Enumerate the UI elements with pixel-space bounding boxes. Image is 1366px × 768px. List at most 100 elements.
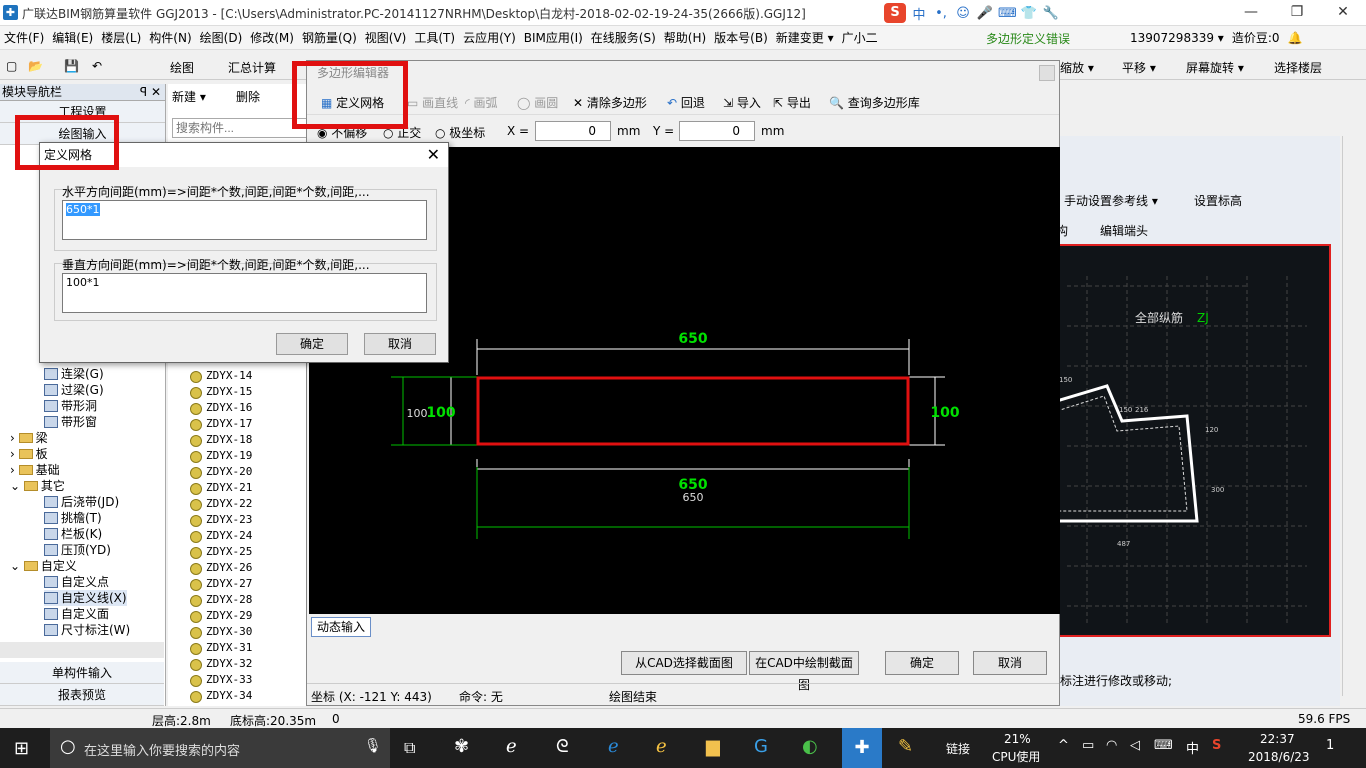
edge-icon[interactable]: ℯ: [608, 736, 619, 757]
ime-keyboard-icon[interactable]: ⌨: [998, 6, 1017, 21]
volume-icon[interactable]: ◁: [1130, 738, 1140, 753]
restore-button[interactable]: ❐: [1274, 0, 1320, 26]
glodon-g-icon[interactable]: G: [754, 736, 768, 757]
editor-cancel-button[interactable]: 取消: [973, 651, 1047, 675]
undo-button[interactable]: ↶ 回退: [667, 94, 705, 111]
draw-button[interactable]: 绘图: [170, 59, 194, 76]
component-list-item[interactable]: ZDYX-23: [189, 512, 252, 528]
microphone-icon[interactable]: 🎙: [364, 738, 382, 754]
component-list-item[interactable]: ZDYX-14: [189, 368, 252, 384]
dialog-close-icon[interactable]: ✕: [427, 145, 440, 164]
component-list-item[interactable]: ZDYX-24: [189, 528, 252, 544]
section-preview-canvas[interactable]: 全部纵筋 ZJ 150 150 216 120 300 487: [1055, 244, 1331, 637]
tree-item-strip-window[interactable]: 带形窗: [44, 414, 97, 430]
component-list-item[interactable]: ZDYX-19: [189, 448, 252, 464]
tree-item-eave[interactable]: 挑檐(T): [44, 510, 102, 526]
sogou-icon[interactable]: S: [884, 3, 906, 23]
browser-icon[interactable]: ℯ: [656, 736, 667, 757]
zoom-button[interactable]: 缩放 ▾: [1060, 59, 1094, 76]
component-list-item[interactable]: ZDYX-34: [189, 688, 252, 704]
battery-icon[interactable]: ▭: [1082, 738, 1094, 753]
tree-item-custom-point[interactable]: 自定义点: [44, 574, 109, 590]
component-list-item[interactable]: ZDYX-31: [189, 640, 252, 656]
menu-assistant[interactable]: 广小二: [838, 29, 882, 46]
close-button[interactable]: ✕: [1320, 0, 1366, 26]
ime-toolbar[interactable]: S 中 •, ☺ 🎤 ⌨ 👕 🔧: [884, 3, 1060, 23]
select-floor-button[interactable]: 选择楼层: [1274, 59, 1322, 76]
tree-item-custom-face[interactable]: 自定义面: [44, 606, 109, 622]
component-list-item[interactable]: ZDYX-27: [189, 576, 252, 592]
menu-view[interactable]: 视图(V): [361, 29, 411, 46]
tree-item-strip-hole[interactable]: 带形洞: [44, 398, 97, 414]
component-list-item[interactable]: ZDYX-22: [189, 496, 252, 512]
ime-voice-icon[interactable]: 🎤: [976, 6, 994, 21]
report-preview-button[interactable]: 报表预览: [0, 684, 164, 706]
manual-reference-line-button[interactable]: 手动设置参考线 ▾: [1064, 192, 1158, 209]
ime-skin-icon[interactable]: 👕: [1020, 6, 1038, 21]
component-list-item[interactable]: ZDYX-21: [189, 480, 252, 496]
draw-arc-button[interactable]: ◜ 画弧: [465, 94, 497, 111]
ime-emoji-icon[interactable]: ☺: [954, 6, 972, 21]
editor-close-button[interactable]: [1039, 65, 1055, 81]
pan-button[interactable]: 平移 ▾: [1122, 59, 1156, 76]
tree-folder-other[interactable]: ⌄ 其它: [10, 478, 65, 494]
main-vertical-scrollbar[interactable]: [1342, 136, 1356, 696]
component-list-item[interactable]: ZDYX-33: [189, 672, 252, 688]
dynamic-input-tab[interactable]: 动态输入: [311, 617, 371, 637]
nav-scrollbar[interactable]: [0, 642, 164, 658]
new-file-icon[interactable]: ▢: [6, 59, 17, 73]
component-list-item[interactable]: ZDYX-26: [189, 560, 252, 576]
polygon-shape[interactable]: [476, 376, 910, 446]
set-elevation-button[interactable]: 设置标高: [1194, 192, 1242, 209]
bell-icon[interactable]: 🔔: [1288, 31, 1303, 45]
ime-punct-icon[interactable]: •,: [932, 6, 950, 21]
app-swirl-icon[interactable]: ᘓ: [556, 736, 569, 757]
link-label[interactable]: 链接: [946, 740, 970, 757]
query-polygon-library-button[interactable]: 🔍 查询多边形库: [829, 94, 920, 111]
menu-file[interactable]: 文件(F): [0, 29, 48, 46]
menu-version[interactable]: 版本号(B): [710, 29, 772, 46]
keyboard-icon[interactable]: ⌨: [1154, 738, 1173, 753]
single-component-button[interactable]: 单构件输入: [0, 662, 164, 684]
delete-component-button[interactable]: 删除: [236, 88, 260, 105]
component-list-item[interactable]: ZDYX-32: [189, 656, 252, 672]
component-list-item[interactable]: ZDYX-15: [189, 384, 252, 400]
input-lang[interactable]: 中: [1186, 738, 1199, 757]
vertical-spacing-field[interactable]: 100*1: [62, 273, 427, 313]
clear-polygon-button[interactable]: ✕ 清除多边形: [573, 94, 647, 111]
sogou-tray-icon[interactable]: S: [1212, 738, 1221, 753]
horizontal-spacing-field[interactable]: 650*1: [62, 200, 427, 240]
ime-tools-icon[interactable]: 🔧: [1042, 6, 1060, 21]
active-app-icon[interactable]: ✚: [842, 728, 882, 768]
start-windows-icon[interactable]: ⊞: [14, 738, 29, 759]
y-input[interactable]: 0: [679, 121, 755, 141]
nav-pin-close-icon[interactable]: ꟼ ✕: [140, 84, 165, 100]
open-folder-icon[interactable]: 📂: [28, 59, 43, 73]
import-button[interactable]: ⇲ 导入: [723, 94, 761, 111]
file-explorer-icon[interactable]: ▆: [706, 736, 720, 757]
taskbar-search-box[interactable]: ○ 在这里输入你要搜索的内容 🎙: [50, 728, 390, 768]
tree-item-coupling-beam[interactable]: 连梁(G): [44, 366, 104, 382]
x-input[interactable]: 0: [535, 121, 611, 141]
sum-calc-button[interactable]: 汇总计算: [228, 59, 276, 76]
component-list-item[interactable]: ZDYX-25: [189, 544, 252, 560]
menu-new-change[interactable]: 新建变更 ▾: [772, 29, 838, 46]
menu-help[interactable]: 帮助(H): [660, 29, 710, 46]
component-list-item[interactable]: ZDYX-20: [189, 464, 252, 480]
select-from-cad-button[interactable]: 从CAD选择截面图: [621, 651, 747, 675]
ime-lang-icon[interactable]: 中: [910, 4, 928, 23]
menu-component[interactable]: 构件(N): [145, 29, 195, 46]
edit-end-button[interactable]: 编辑端头: [1100, 222, 1148, 239]
draw-in-cad-button[interactable]: 在CAD中绘制截面图: [749, 651, 859, 692]
tree-item-dimension[interactable]: 尺寸标注(W): [44, 622, 130, 638]
tray-chevron-icon[interactable]: ^: [1058, 738, 1069, 753]
mode-polar[interactable]: ○ 极坐标: [435, 124, 485, 141]
component-list-item[interactable]: ZDYX-17: [189, 416, 252, 432]
tree-item-parapet[interactable]: 栏板(K): [44, 526, 102, 542]
wifi-icon[interactable]: ◠: [1106, 738, 1117, 753]
draw-line-button[interactable]: ▭ 画直线: [407, 94, 458, 111]
menu-draw[interactable]: 绘图(D): [196, 29, 247, 46]
task-view-icon[interactable]: ⧉: [404, 738, 415, 758]
component-search-input[interactable]: [172, 118, 308, 138]
undo-icon[interactable]: ↶: [92, 59, 102, 73]
